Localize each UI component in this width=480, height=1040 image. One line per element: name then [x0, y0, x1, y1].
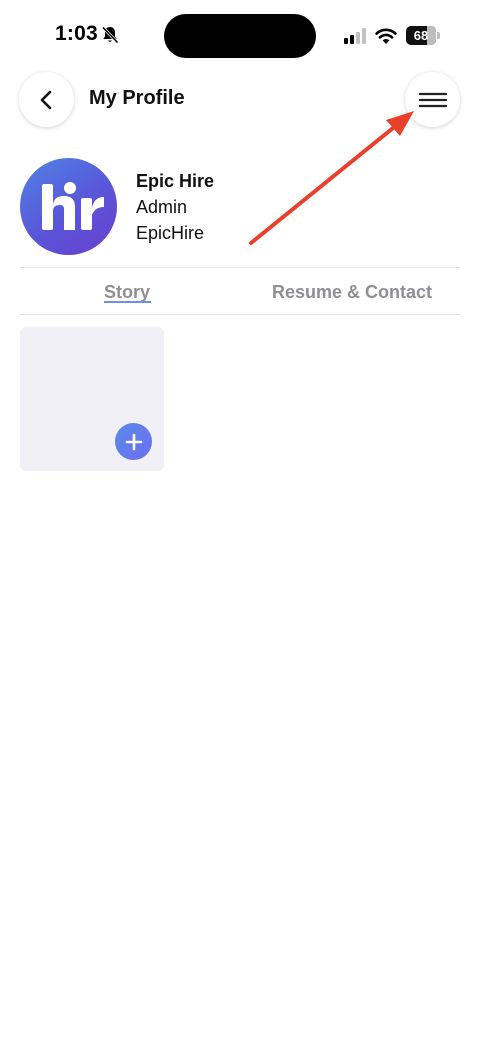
tabs-divider-top [20, 267, 460, 268]
profile-name: Epic Hire [136, 171, 215, 191]
dynamic-island [164, 14, 316, 58]
avatar [20, 158, 117, 255]
status-time: 1:03 [55, 22, 98, 45]
add-story-button[interactable] [115, 423, 152, 460]
profile-company: EpicHire [136, 223, 205, 243]
epichire-logo [42, 182, 104, 230]
menu-button[interactable] [405, 72, 460, 127]
tab-resume-contact[interactable]: Resume & Contact [272, 282, 432, 303]
battery-icon: 68 [406, 26, 440, 45]
bell-slash-icon [101, 26, 119, 44]
wifi-icon [375, 28, 397, 44]
profile-role: Admin [136, 197, 188, 217]
battery-level: 68 [413, 28, 429, 43]
tab-story[interactable]: Story [104, 282, 150, 303]
back-button[interactable] [19, 72, 74, 127]
tab-story-underline [104, 301, 151, 303]
page-title: My Profile [89, 87, 185, 109]
chevron-left-icon [40, 90, 51, 109]
story-card[interactable] [20, 327, 164, 471]
status-bar: 1:03 68 [0, 0, 480, 72]
tabs-divider-bottom [20, 314, 460, 315]
hamburger-menu-icon [418, 92, 447, 107]
signal-icon [344, 28, 366, 44]
plus-icon [125, 433, 142, 450]
